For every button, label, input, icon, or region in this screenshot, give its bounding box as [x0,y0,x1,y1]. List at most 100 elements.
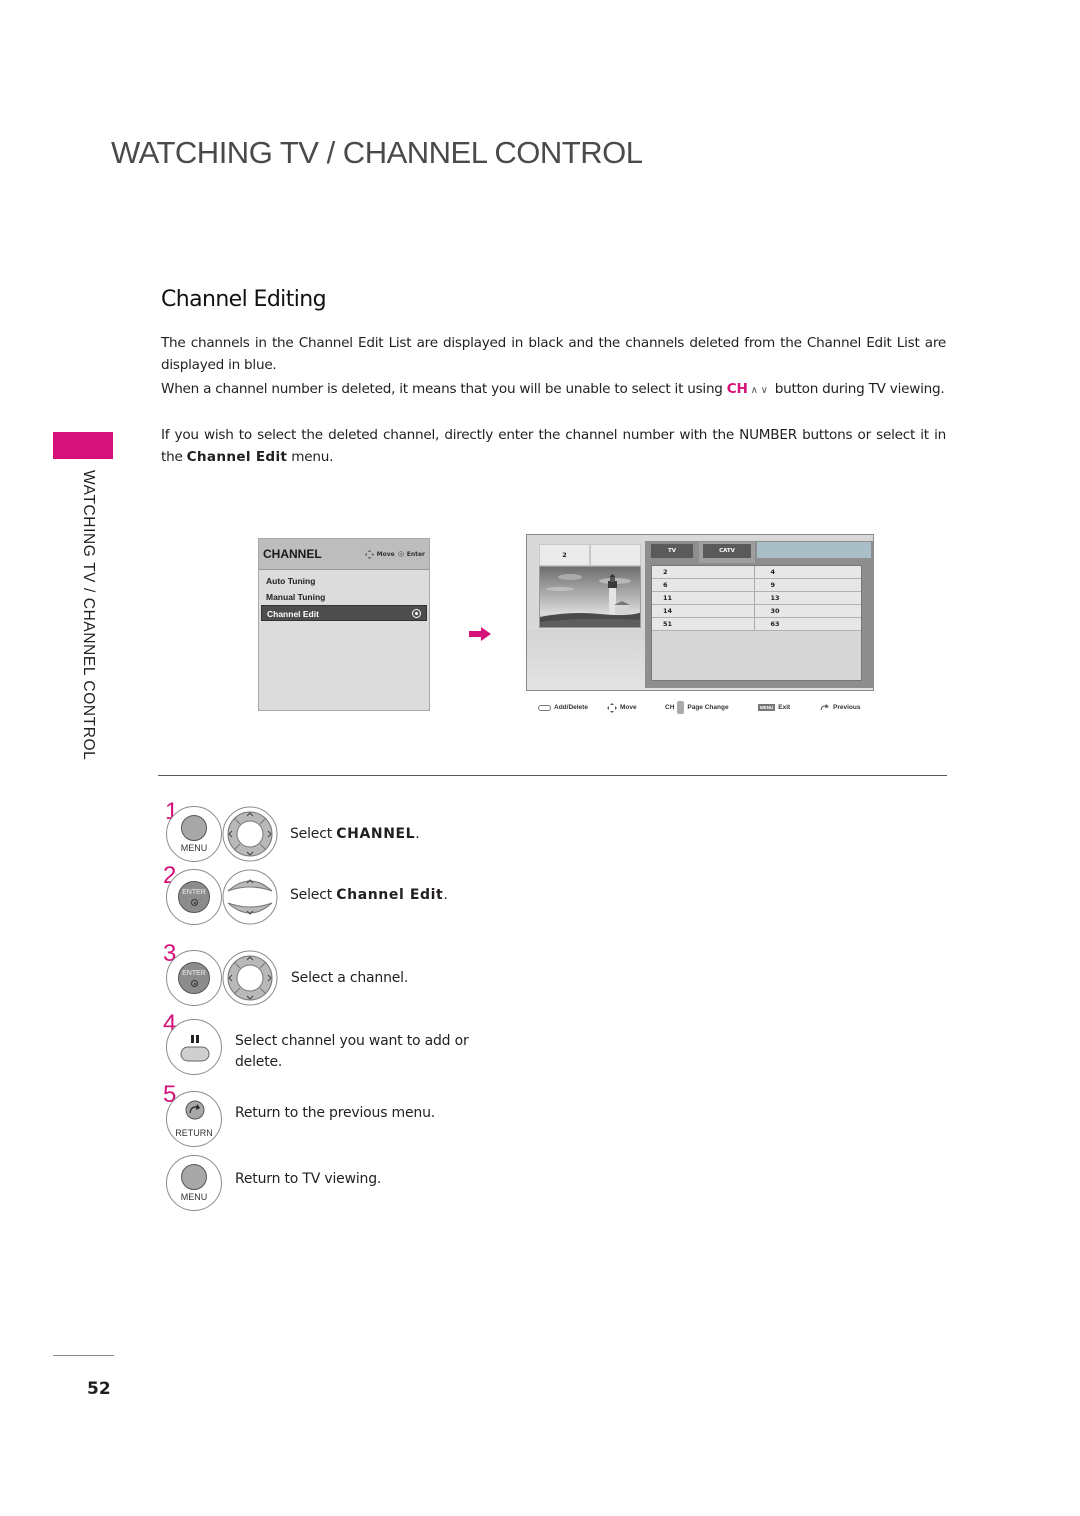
tab-catv[interactable]: CATV [703,544,751,558]
legend-add-delete: Add/Delete [538,704,607,711]
move-dpad-icon [364,549,374,559]
button-caption: MENU [180,1192,208,1202]
channel-cell[interactable]: 6 [652,579,755,591]
section-title: Channel Editing [161,287,327,312]
menu-button-face [181,815,207,841]
osd-menu-items: Auto Tuning Manual Tuning Channel Edit [259,570,429,621]
button-caption: RETURN [175,1128,213,1138]
page-number: 52 [87,1379,111,1399]
right-arrow-icon [469,627,491,641]
hint-move-label: Move [376,550,395,558]
menu-button[interactable]: MENU [166,806,222,862]
channel-osd-menu: CHANNEL Move Enter Auto Tuning Manual Tu… [258,538,430,711]
channel-cell[interactable]: 2 [652,566,755,578]
osd-menu-title: CHANNEL [263,547,322,561]
preview-channel-name [590,544,641,566]
button-caption: ENTER [182,889,206,896]
channel-cell[interactable]: 11 [652,592,755,604]
enter-button[interactable]: ENTER [166,950,222,1006]
menu-button[interactable]: MENU [166,1155,222,1211]
step-3-text: Select a channel. [291,970,409,986]
osd-hints: Move Enter [364,549,425,559]
ch-button-label: CH [726,381,748,397]
tab-bar-filler [757,542,871,558]
selected-radio-icon [412,609,421,618]
channel-row: 51 63 [652,618,861,631]
enter-button-face: ENTER [178,881,210,913]
legend-previous: Previous [820,704,860,711]
tab-tv[interactable]: TV [651,544,693,558]
channel-row: 6 9 [652,579,861,592]
menu-button-face [181,1164,207,1190]
channel-grid: 2 4 6 9 11 13 14 30 51 63 [651,565,862,681]
legend-ch-label: CH [665,704,675,711]
lighthouse-picture-icon [540,567,640,627]
button-caption: MENU [180,843,208,853]
side-section-label: WATCHING TV / CHANNEL CONTROL [80,470,97,761]
legend-page-change: CH Page Change [665,701,758,714]
step-return-tv-text: Return to TV viewing. [235,1171,382,1187]
channel-cell[interactable]: 51 [652,618,755,630]
return-icon [185,1100,205,1120]
step-bold-term: CHANNEL [336,826,416,842]
step-text-part: . [443,887,448,903]
channel-cell[interactable]: 63 [754,618,861,630]
step-4-text: Select channel you want to add or delete… [235,1033,469,1070]
button-caption: ENTER [182,970,206,977]
channel-cell[interactable]: 30 [754,605,861,617]
channel-row: 14 30 [652,605,861,618]
channel-cell[interactable]: 9 [754,579,861,591]
page-header-title: WATCHING TV / CHANNEL CONTROL [111,135,643,170]
tab-catv-active-wrapper: CATV [699,542,755,563]
navigation-dpad-icon[interactable] [222,950,278,1006]
footer-rule [53,1355,114,1356]
legend-label: Move [620,704,637,711]
menu-item-channel-edit[interactable]: Channel Edit [261,605,427,621]
channel-preview-image [539,566,641,628]
navigation-dpad-icon[interactable] [222,806,278,862]
menu-item-label: Auto Tuning [266,576,316,586]
channel-row: 2 4 [652,566,861,579]
enter-dot-icon [191,980,198,987]
channel-cell[interactable]: 13 [754,592,861,604]
hint-enter-label: Enter [406,550,425,558]
step-text-part: Select [290,826,337,842]
step-bold-term: Channel Edit [336,887,444,903]
section-color-tab [53,432,113,459]
menu-item-label: Channel Edit [267,609,319,619]
edit-screen-key-legend: Add/Delete Move CH Page Change MENU Exit… [538,701,870,714]
paragraph-text: menu. [287,448,334,465]
legend-label: Previous [833,704,861,711]
step-1-text: Select CHANNEL. [290,824,420,845]
step-5-text: Return to the previous menu. [235,1105,435,1121]
menu-key-icon: MENU [758,704,776,711]
menu-item-label: Manual Tuning [266,592,326,602]
enter-button[interactable]: ENTER [166,869,222,925]
up-down-button-icon[interactable] [222,869,278,925]
step-text-part: Select [290,887,337,903]
channel-cell[interactable]: 4 [754,566,861,578]
add-delete-key-icon [538,704,551,711]
legend-label: Add/Delete [554,704,588,711]
paragraph-text: When a channel number is deleted, it mea… [161,381,727,397]
return-arrow-icon [820,704,829,711]
osd-menu-header: CHANNEL Move Enter [259,539,429,570]
step-text-part: . [415,826,420,842]
channel-row: 11 13 [652,592,861,605]
legend-label: Page Change [687,704,729,711]
preview-header: 2 [539,544,641,566]
return-button[interactable]: RETURN [166,1091,222,1147]
channel-list-panel: TV CATV 2 4 6 9 11 13 14 30 51 63 [645,541,873,688]
channel-cell[interactable]: 14 [652,605,755,617]
menu-item-auto-tuning[interactable]: Auto Tuning [259,573,429,589]
pause-button[interactable] [166,1019,222,1075]
up-down-arrows-icon: ∧ ∨ [750,385,768,396]
section-divider [158,775,947,776]
channel-type-tabs: TV CATV [651,542,755,563]
preview-channel-number: 2 [539,544,590,566]
menu-item-manual-tuning[interactable]: Manual Tuning [259,589,429,605]
paragraph-text: The channels in the Channel Edit List ar… [161,335,946,373]
legend-move: Move [607,702,665,713]
paragraph-text: button during TV viewing. [770,381,945,397]
pause-icon [180,1035,210,1062]
